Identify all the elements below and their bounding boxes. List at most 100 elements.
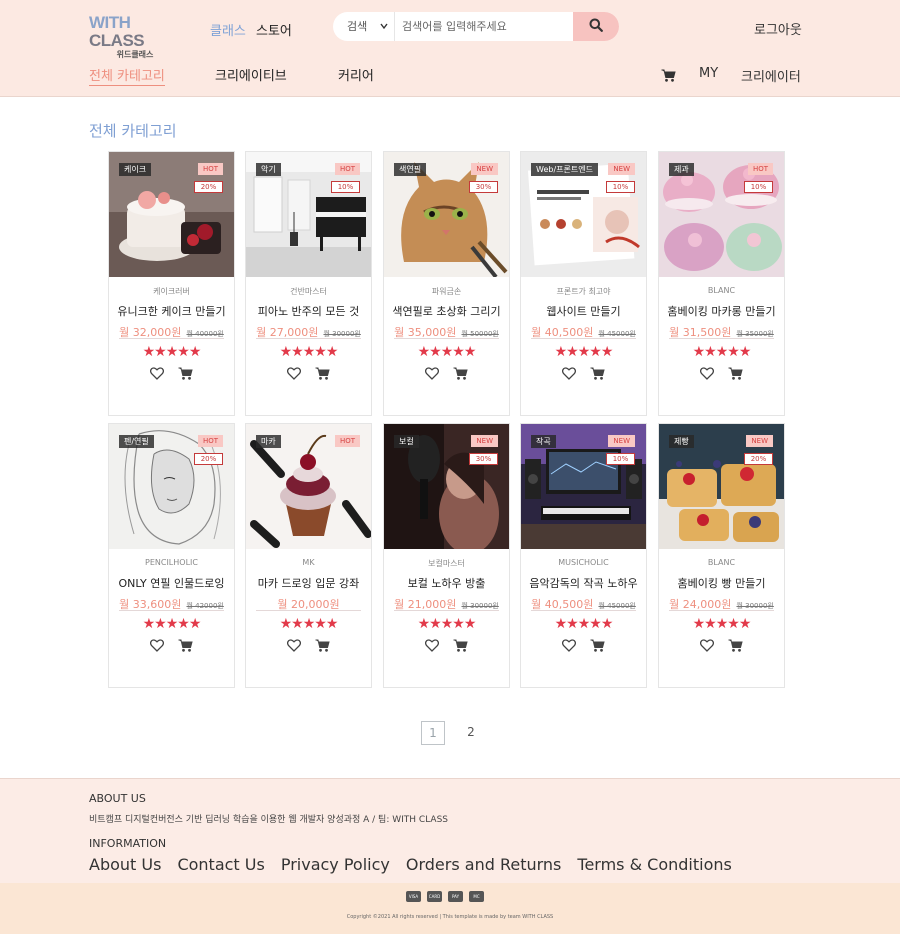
category-tag: 악기: [256, 163, 281, 176]
cart-icon[interactable]: [590, 639, 605, 652]
search-input[interactable]: [396, 12, 574, 41]
product-image[interactable]: 악기 HOT 10%: [246, 152, 371, 277]
cart-icon[interactable]: [728, 367, 743, 380]
product-image[interactable]: 색연필 NEW 30%: [384, 152, 509, 277]
creator-link[interactable]: 크리에이터: [741, 66, 801, 85]
card-actions: [384, 639, 509, 652]
search-button[interactable]: [573, 12, 619, 41]
cart-icon[interactable]: [590, 367, 605, 380]
heart-icon[interactable]: [425, 367, 439, 380]
product-image[interactable]: 케이크 HOT 20%: [109, 152, 234, 277]
divider: [119, 610, 224, 611]
card-actions: [659, 639, 784, 652]
card-actions: [109, 639, 234, 652]
logo-word-with: WITH: [89, 13, 131, 32]
product-title[interactable]: 마카 드로잉 입문 강좌: [246, 575, 371, 591]
product-title[interactable]: 보컬 노하우 방출: [384, 575, 509, 591]
search-type-select[interactable]: 검색: [333, 12, 395, 41]
cart-icon[interactable]: [178, 367, 193, 380]
cart-icon[interactable]: [315, 639, 330, 652]
footer-link-terms[interactable]: Terms & Conditions: [577, 855, 731, 874]
divider: [119, 338, 224, 339]
heart-icon[interactable]: [150, 639, 164, 652]
category-tag: 마카: [256, 435, 281, 448]
product-title[interactable]: 음악감독의 작곡 노하우: [521, 575, 646, 591]
heart-icon[interactable]: [562, 367, 576, 380]
rating-stars: ★★★★★: [279, 616, 339, 632]
footer-link-privacy[interactable]: Privacy Policy: [281, 855, 390, 874]
heart-icon[interactable]: [150, 367, 164, 380]
cart-icon[interactable]: [728, 639, 743, 652]
product-card[interactable]: 악기 HOT 10% 건반마스터 피아노 반주의 모든 것월 27,000원 월 300…: [245, 151, 372, 416]
chevron-down-icon: [380, 12, 388, 41]
product-card[interactable]: 케이크 HOT 20% 케이크러버 유니크한 케이크 만들기 월 32,000원 월 40…: [108, 151, 235, 416]
rating-stars: ★★★★★: [554, 344, 614, 360]
cart-icon[interactable]: [178, 639, 193, 652]
about-heading: ABOUT US: [89, 792, 146, 805]
product-card[interactable]: 펜/연필 HOT 20% PENCILHOLIC ONLY 연필 인물드로잉 월 33,6…: [108, 423, 235, 688]
store-link[interactable]: 스토어: [256, 20, 292, 39]
mastercard-icon: MC: [469, 891, 484, 902]
product-card[interactable]: 제빵 NEW 20% BLANC 홈베이킹 빵 만들기 월 24,000원 월 30000…: [658, 423, 785, 688]
product-card[interactable]: 마카 HOT MK 마카 드로잉 입문 강좌 월 20,000원 ★★★★★: [245, 423, 372, 688]
heart-icon[interactable]: [287, 639, 301, 652]
product-image[interactable]: 제과 HOT 10%: [659, 152, 784, 277]
heart-icon[interactable]: [287, 367, 301, 380]
product-title[interactable]: 유니크한 케이크 만들기: [109, 303, 234, 319]
card-actions: [246, 639, 371, 652]
footer-link-orders[interactable]: Orders and Returns: [406, 855, 562, 874]
product-card[interactable]: 작곡 NEW 10% MUSICHOLIC 음악감독의 작곡 노하우 월 40,500원 …: [520, 423, 647, 688]
product-card[interactable]: Web/프론트엔드 NEW 10% 프론트가 최고야 웹사이트 만들기 월 40,500원…: [520, 151, 647, 416]
cart-icon[interactable]: [453, 367, 468, 380]
card-actions: [659, 367, 784, 380]
product-image[interactable]: 보컬 NEW 30%: [384, 424, 509, 549]
page-2-button[interactable]: 2: [459, 721, 483, 745]
page-1-button[interactable]: 1: [421, 721, 445, 745]
discount-badge: 20%: [194, 453, 223, 465]
category-tag: 펜/연필: [119, 435, 154, 448]
product-image[interactable]: 펜/연필 HOT 20%: [109, 424, 234, 549]
category-tag: Web/프론트엔드: [531, 163, 598, 176]
card-actions: [246, 367, 371, 380]
my-link[interactable]: MY: [699, 66, 718, 81]
heart-icon[interactable]: [425, 639, 439, 652]
product-image[interactable]: 작곡 NEW 10%: [521, 424, 646, 549]
product-title[interactable]: 피아노 반주의 모든 것: [246, 303, 371, 319]
category-tag: 케이크: [119, 163, 152, 176]
logout-link[interactable]: 로그아웃: [754, 19, 802, 38]
original-price: 월 50000원: [461, 330, 499, 338]
status-badge: HOT: [334, 163, 360, 175]
product-image[interactable]: Web/프론트엔드 NEW 10%: [521, 152, 646, 277]
logo[interactable]: WITH CLASS 위드클래스: [89, 13, 185, 60]
footer-link-about[interactable]: About Us: [89, 855, 161, 874]
nav-all-categories[interactable]: 전체 카테고리: [89, 65, 165, 86]
product-title[interactable]: 웹사이트 만들기: [521, 303, 646, 319]
heart-icon[interactable]: [562, 639, 576, 652]
card-actions: [521, 639, 646, 652]
product-title[interactable]: 홈베이킹 빵 만들기: [659, 575, 784, 591]
cart-icon[interactable]: [315, 367, 330, 380]
discount-badge: 10%: [744, 181, 773, 193]
product-creator: BLANC: [707, 286, 736, 295]
heart-icon[interactable]: [700, 639, 714, 652]
nav-creative[interactable]: 크리에이티브: [215, 65, 287, 84]
product-title[interactable]: 홈베이킹 마카롱 만들기: [659, 303, 784, 319]
heart-icon[interactable]: [700, 367, 714, 380]
cart-icon[interactable]: [453, 639, 468, 652]
product-title[interactable]: ONLY 연필 인물드로잉: [109, 575, 234, 591]
product-card[interactable]: 보컬 NEW 30% 보컬마스터 보컬 노하우 방출 월 21,000원 월 30000원…: [383, 423, 510, 688]
nav-career[interactable]: 커리어: [338, 65, 374, 84]
product-image[interactable]: 제빵 NEW 20%: [659, 424, 784, 549]
product-title[interactable]: 색연필로 초상화 그리기: [384, 303, 509, 319]
category-tag: 제과: [669, 163, 694, 176]
class-link[interactable]: 클래스: [210, 20, 246, 39]
original-price: 월 30000원: [736, 602, 774, 610]
product-creator: 보컬마스터: [428, 559, 465, 568]
product-image[interactable]: 마카 HOT: [246, 424, 371, 549]
product-card[interactable]: 제과 HOT 10% BLANC 홈베이킹 마카롱 만들기 월 31,500원 월 350…: [658, 151, 785, 416]
product-creator: MUSICHOLIC: [558, 558, 609, 567]
product-card[interactable]: 색연필 NEW 30% 파워금손 색연필로 초상화 그리기 월 35,000원 월 500…: [383, 151, 510, 416]
cart-icon[interactable]: [661, 67, 676, 86]
footer-link-contact[interactable]: Contact Us: [177, 855, 264, 874]
status-badge: HOT: [747, 163, 773, 175]
